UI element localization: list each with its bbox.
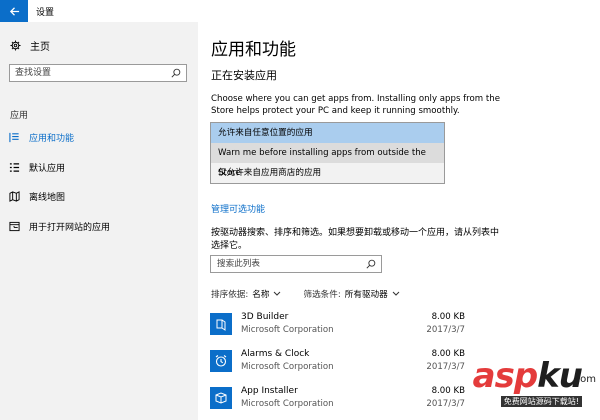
app-date: 2017/3/7 (426, 325, 465, 335)
app-list-search-box[interactable] (210, 255, 382, 273)
watermark-tagline: 免费网站源码下载站! (500, 396, 582, 407)
app-list-search-input[interactable] (217, 257, 357, 271)
sidebar-item-label: 默认应用 (29, 164, 66, 174)
install-description: Choose where you can get apps from. Inst… (211, 94, 500, 116)
map-icon (9, 191, 20, 202)
install-source-dropdown[interactable]: 允许来自任意位置的应用 Warn me before installing ap… (210, 122, 445, 184)
window-title: 设置 (36, 8, 55, 18)
watermark-logo: aspku (472, 356, 583, 396)
sidebar: 主页 应用 应用和功能 默认应用 离线地图 用于打开网站的应用 (0, 22, 198, 420)
sort-filter-bar: 排序依据: 名称 筛选条件: 所有驱动器 (211, 288, 400, 300)
search-icon[interactable] (366, 259, 376, 269)
sidebar-section-label: 应用 (10, 111, 29, 121)
app-publisher: Microsoft Corporation (241, 362, 334, 372)
sort-label: 排序依据: (211, 290, 249, 300)
settings-search-box[interactable] (9, 64, 187, 82)
site-watermark: aspku .com 免费网站源码下载站! (402, 356, 596, 407)
install-option-warn[interactable]: Warn me before installing apps from outs… (211, 143, 444, 178)
gear-icon (10, 40, 21, 51)
sidebar-item-web-apps[interactable]: 用于打开网站的应用 (9, 220, 110, 233)
sort-dropdown[interactable]: 名称 (252, 288, 269, 300)
alarm-clock-icon (210, 350, 232, 372)
sidebar-item-apps-features[interactable]: 应用和功能 (9, 131, 74, 144)
title-bar: 设置 (0, 0, 600, 22)
default-apps-icon (9, 163, 20, 172)
settings-search-input[interactable] (15, 66, 165, 80)
install-option-store-only[interactable]: 仅允许来自应用商店的应用 (211, 163, 444, 183)
app-size: 8.00 KB (431, 312, 465, 322)
sidebar-item-label: 用于打开网站的应用 (29, 223, 111, 233)
section-title-installing-apps: 正在安装应用 (211, 69, 277, 82)
sidebar-item-offline-maps[interactable]: 离线地图 (9, 190, 65, 203)
back-button[interactable] (0, 0, 28, 22)
sidebar-item-home[interactable]: 主页 (10, 38, 50, 53)
app-publisher: Microsoft Corporation (241, 399, 334, 409)
sidebar-item-label: 应用和功能 (29, 134, 75, 144)
search-icon[interactable] (171, 68, 181, 78)
sidebar-home-label: 主页 (30, 42, 50, 53)
filter-dropdown[interactable]: 所有驱动器 (345, 288, 388, 300)
chevron-down-icon[interactable] (273, 291, 281, 297)
app-publisher: Microsoft Corporation (241, 325, 334, 335)
app-name: Alarms & Clock (241, 349, 310, 359)
back-arrow-icon (9, 6, 19, 16)
sidebar-item-label: 离线地图 (29, 193, 66, 203)
app-name: 3D Builder (241, 312, 289, 322)
web-apps-icon (9, 221, 20, 232)
package-icon (210, 387, 232, 409)
app-name: App Installer (241, 386, 298, 396)
watermark-domain: .com (571, 374, 596, 385)
list-description: 按驱动器搜索、排序和筛选。如果想要卸载或移动一个应用，请从列表中选择它。 (211, 228, 500, 251)
list-icon (9, 132, 19, 143)
3d-builder-icon (210, 313, 232, 335)
page-title: 应用和功能 (211, 40, 296, 60)
chevron-down-icon[interactable] (392, 291, 400, 297)
sidebar-item-default-apps[interactable]: 默认应用 (9, 161, 65, 174)
manage-optional-features-link[interactable]: 管理可选功能 (211, 202, 265, 215)
install-option-anywhere[interactable]: 允许来自任意位置的应用 (211, 123, 444, 143)
filter-label: 筛选条件: (303, 290, 341, 300)
app-list-item[interactable]: 3D Builder Microsoft Corporation 8.00 KB… (210, 312, 465, 346)
